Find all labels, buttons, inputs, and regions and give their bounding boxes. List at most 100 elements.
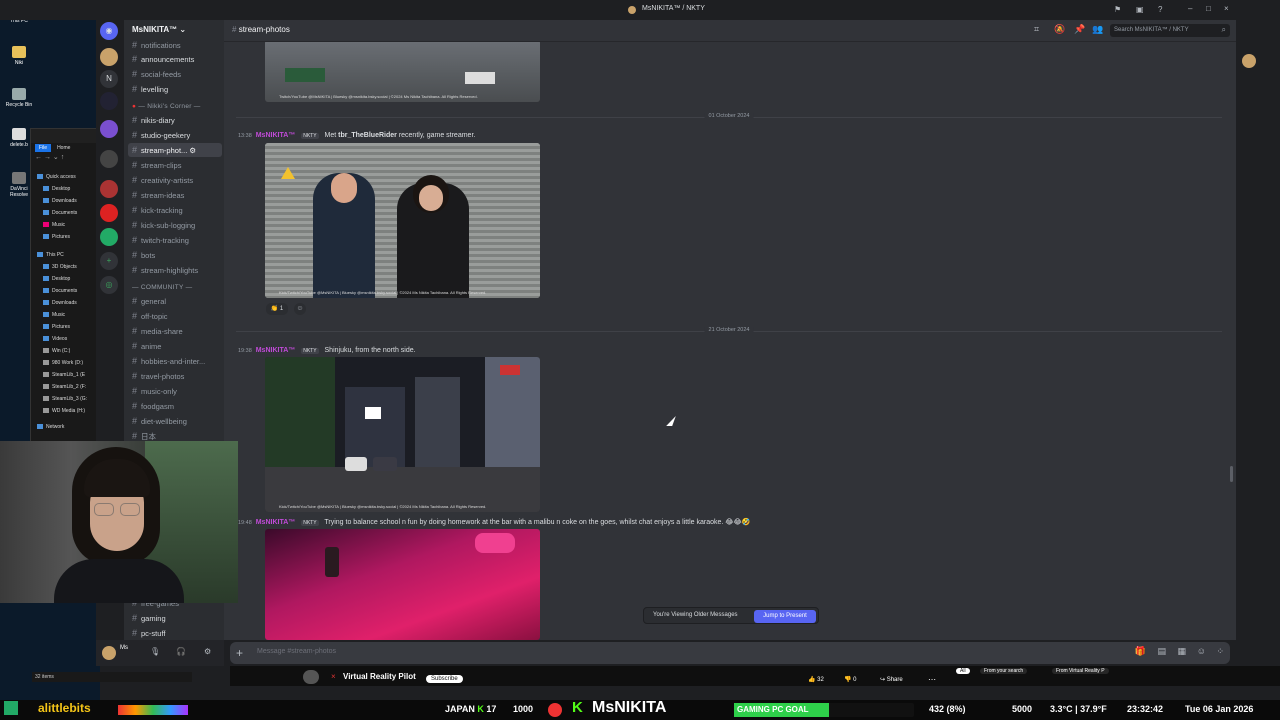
- channel-gaming[interactable]: # gaming: [128, 611, 222, 625]
- message-image[interactable]: Twitch/YouTube @MsNIKITA | Bluesky @msni…: [265, 42, 540, 102]
- scrollbar-thumb[interactable]: [1230, 466, 1233, 482]
- app-icons[interactable]: [118, 705, 188, 715]
- channel-general[interactable]: # general: [128, 294, 222, 308]
- server-icon[interactable]: [100, 180, 118, 198]
- maximize-icon[interactable]: □: [1206, 4, 1211, 13]
- channel-kick-sub-logging[interactable]: # kick-sub-logging: [128, 218, 222, 232]
- discover-icon[interactable]: ◎: [100, 276, 118, 294]
- close-icon[interactable]: ×: [331, 672, 336, 681]
- server-icon[interactable]: [100, 204, 118, 222]
- dislike-button[interactable]: 👎 0: [844, 676, 856, 683]
- nav-item[interactable]: Desktop: [37, 273, 99, 285]
- channel-avatar[interactable]: [303, 670, 319, 684]
- nav-item[interactable]: WD Media (H:): [37, 405, 99, 417]
- channel-nikis-diary[interactable]: # nikis-diary: [128, 113, 222, 127]
- message-image[interactable]: Kick/Twitch/YouTube @MsNIKITA | Bluesky …: [265, 143, 540, 298]
- channel-kick-tracking[interactable]: # kick-tracking: [128, 203, 222, 217]
- nav-item[interactable]: Documents: [37, 207, 99, 219]
- channel-media-share[interactable]: # media-share: [128, 324, 222, 338]
- server-icon[interactable]: [100, 150, 118, 168]
- channel-bots[interactable]: # bots: [128, 248, 222, 262]
- channel-levelling[interactable]: # levelling: [128, 82, 222, 96]
- channel-twitch-tracking[interactable]: # twitch-tracking: [128, 233, 222, 247]
- channel-creativity-artists[interactable]: # creativity-artists: [128, 173, 222, 187]
- nav-item[interactable]: SteamLib_3 (G:: [37, 393, 99, 405]
- screen-icon[interactable]: ▣: [1136, 5, 1144, 14]
- message-author[interactable]: MsNIKITA™: [256, 347, 296, 354]
- mic-icon[interactable]: 🎙: [150, 647, 160, 656]
- nav-item[interactable]: Music: [37, 219, 99, 231]
- user-settings-icon[interactable]: ⚙: [204, 647, 211, 656]
- server-name[interactable]: MsNIKITA™ ⌄: [124, 20, 224, 40]
- nav-item[interactable]: Pictures: [37, 231, 99, 243]
- channel-stream-photos[interactable]: # stream-phot... ⚙: [128, 143, 222, 157]
- add-server-icon[interactable]: +: [100, 252, 118, 270]
- reaction-chip[interactable]: 👏 1: [266, 303, 288, 315]
- attach-plus-icon[interactable]: +: [236, 646, 243, 660]
- avatar[interactable]: [1242, 54, 1256, 68]
- channel-diet-wellbeing[interactable]: # diet-wellbeing: [128, 414, 222, 428]
- nav-item[interactable]: Music: [37, 309, 99, 321]
- message-author[interactable]: MsNIKITA™: [256, 519, 296, 526]
- nav-item[interactable]: SteamLib_2 (F:: [37, 381, 99, 393]
- youtube-channel-name[interactable]: Virtual Reality Pilot: [343, 672, 416, 681]
- channel-notifications[interactable]: # notifications: [128, 38, 222, 52]
- nav-item[interactable]: Win (C:): [37, 345, 99, 357]
- channel-stream-clips[interactable]: # stream-clips: [128, 158, 222, 172]
- server-icon[interactable]: [100, 92, 118, 110]
- server-icon[interactable]: [100, 48, 118, 66]
- members-icon[interactable]: 👥: [1092, 24, 1103, 35]
- nav-item[interactable]: Downloads: [37, 297, 99, 309]
- quick-access-item[interactable]: Quick access: [37, 171, 99, 183]
- emoji-icon[interactable]: ☺: [1197, 646, 1206, 656]
- nav-item[interactable]: 3D Objects: [37, 261, 99, 273]
- sticker-icon[interactable]: ▦: [1177, 646, 1186, 657]
- explorer-nav-arrows[interactable]: ← → ⌄ ↑: [31, 153, 99, 171]
- share-button[interactable]: ↪ Share: [880, 676, 903, 683]
- search-input[interactable]: Search MsNIKITA™ / NKTY ⌕: [1110, 24, 1230, 37]
- nav-item[interactable]: Pictures: [37, 321, 99, 333]
- channel-announcements[interactable]: # announcements: [128, 52, 222, 66]
- chip-all[interactable]: All: [956, 668, 970, 674]
- chip-from-search[interactable]: From your search: [980, 668, 1028, 674]
- headphones-icon[interactable]: 🎧: [176, 647, 186, 656]
- ribbon-home-tab[interactable]: Home: [57, 145, 70, 151]
- pin-icon[interactable]: 📌: [1074, 24, 1085, 35]
- ribbon-file-tab[interactable]: File: [35, 144, 52, 152]
- category-community[interactable]: — COMMUNITY —: [128, 281, 222, 295]
- message-image[interactable]: Kick/Twitch/YouTube @MsNIKITA | Bluesky …: [265, 357, 540, 512]
- settings-icon[interactable]: ⚙: [189, 146, 196, 155]
- channel-off-topic[interactable]: # off-topic: [128, 309, 222, 323]
- inbox-icon[interactable]: ⚑: [1114, 5, 1121, 14]
- message-author[interactable]: MsNIKITA™: [256, 132, 296, 139]
- nav-item[interactable]: Videos: [37, 333, 99, 345]
- subscribe-button[interactable]: Subscribe: [426, 675, 463, 683]
- message-image[interactable]: [265, 529, 540, 640]
- channel-foodgasm[interactable]: # foodgasm: [128, 399, 222, 413]
- nav-item[interactable]: SteamLib_1 (E: [37, 369, 99, 381]
- message-composer[interactable]: + Message #stream-photos 🎁 ▤ ▦ ☺ ⁘: [230, 642, 1230, 664]
- channel-stream-highlights[interactable]: # stream-highlights: [128, 263, 222, 277]
- gift-icon[interactable]: 🎁: [1135, 646, 1146, 657]
- category-nikkis-corner[interactable]: ● — Nikki's Corner —: [128, 100, 222, 114]
- minimize-icon[interactable]: –: [1188, 4, 1192, 13]
- nav-item[interactable]: Documents: [37, 285, 99, 297]
- this-pc-item[interactable]: This PC: [37, 249, 99, 261]
- discord-home-icon[interactable]: ◉: [100, 22, 118, 40]
- nav-item[interactable]: Downloads: [37, 195, 99, 207]
- threads-icon[interactable]: ⌗: [1034, 24, 1039, 35]
- channel-travel-photos[interactable]: # travel-photos: [128, 369, 222, 383]
- channel-social-feeds[interactable]: # social-feeds: [128, 67, 222, 81]
- server-icon[interactable]: [100, 120, 118, 138]
- jump-to-present-button[interactable]: Jump to Present: [754, 610, 816, 623]
- recycle-bin-icon[interactable]: Recycle Bin: [4, 88, 34, 108]
- server-icon[interactable]: N: [100, 70, 118, 88]
- channel-stream-ideas[interactable]: # stream-ideas: [128, 188, 222, 202]
- add-reaction-icon[interactable]: ☺: [294, 303, 306, 315]
- channel-studio-geekery[interactable]: # studio-geekery: [128, 128, 222, 142]
- more-icon[interactable]: ⋯: [928, 675, 936, 684]
- niki-folder-icon[interactable]: Niki: [4, 46, 34, 66]
- nav-item[interactable]: Desktop: [37, 183, 99, 195]
- channel-music-only[interactable]: # music-only: [128, 384, 222, 398]
- nav-item[interactable]: 980 Work (D:): [37, 357, 99, 369]
